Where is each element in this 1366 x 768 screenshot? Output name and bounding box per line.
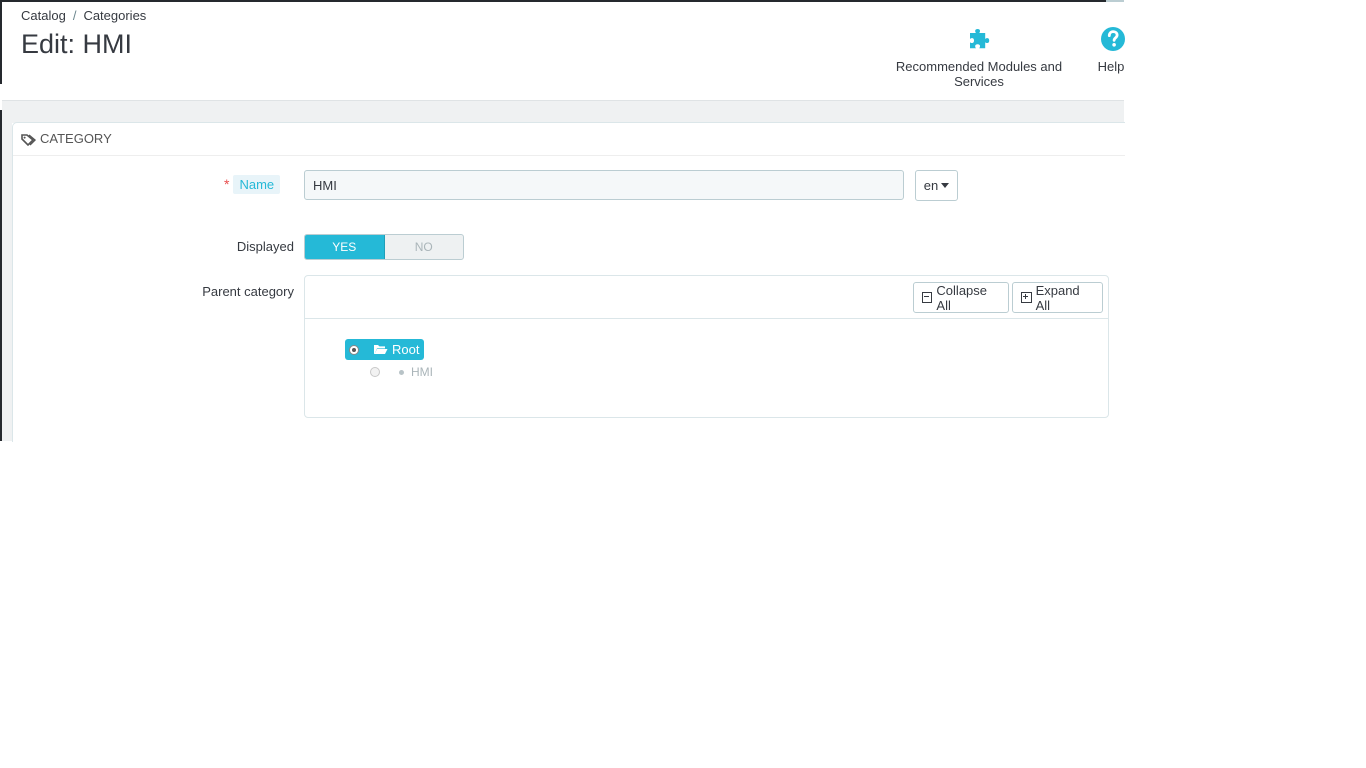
displayed-label: Displayed xyxy=(236,239,294,254)
collapse-all-button[interactable]: Collapse All xyxy=(913,282,1009,313)
breadcrumb-separator: / xyxy=(72,8,77,23)
hmi-label: HMI xyxy=(411,365,433,379)
bullet-icon xyxy=(399,369,404,375)
name-input[interactable] xyxy=(304,170,904,200)
language-dropdown[interactable]: en xyxy=(915,170,958,201)
subheader-bar xyxy=(2,100,1124,123)
hmi-radio[interactable] xyxy=(370,367,380,377)
help-button[interactable]: Help xyxy=(1096,24,1126,74)
panel-heading-label: CATEGORY xyxy=(40,131,112,146)
category-tree-toolbar: Collapse All Expand All xyxy=(305,276,1108,319)
plus-square-icon xyxy=(1021,292,1032,303)
page-header: Catalog / Categories Edit: HMI Recommended… xyxy=(2,2,1126,100)
breadcrumb-catalog[interactable]: Catalog xyxy=(21,8,66,23)
category-tree: Collapse All Expand All Root HMI xyxy=(304,275,1109,418)
page-title: Edit: HMI xyxy=(21,29,133,59)
question-circle-icon xyxy=(1101,27,1125,51)
panel-divider xyxy=(13,155,1125,156)
displayed-switch[interactable]: YES NO xyxy=(304,234,464,260)
displayed-no-option[interactable]: NO xyxy=(385,235,464,259)
tree-node-root[interactable]: Root xyxy=(345,339,425,360)
expand-all-button[interactable]: Expand All xyxy=(1012,282,1103,313)
name-label-text: Name xyxy=(233,175,281,194)
displayed-yes-option[interactable]: YES xyxy=(305,235,385,259)
collapse-all-label: Collapse All xyxy=(936,282,988,313)
language-dropdown-value: en xyxy=(923,178,939,193)
panel-heading: CATEGORY xyxy=(21,131,112,155)
breadcrumb: Catalog / Categories xyxy=(21,8,146,23)
help-label: Help xyxy=(1097,59,1125,74)
caret-down-icon xyxy=(941,183,950,188)
name-label: * Name xyxy=(224,175,281,194)
tags-icon xyxy=(21,133,37,146)
content-gutter xyxy=(2,122,12,441)
app-window: Catalog / Categories Edit: HMI Recommended… xyxy=(0,0,1126,442)
expand-all-label: Expand All xyxy=(1035,282,1080,313)
recommended-modules-label: Recommended Modules and Services xyxy=(895,59,1063,89)
puzzle-icon xyxy=(970,29,990,49)
tree-node-hmi[interactable]: HMI xyxy=(370,365,433,379)
recommended-modules-button[interactable]: Recommended Modules and Services xyxy=(873,24,1085,89)
root-label: Root xyxy=(392,342,420,357)
minus-square-icon xyxy=(922,292,933,303)
breadcrumb-categories[interactable]: Categories xyxy=(83,8,146,23)
required-marker: * xyxy=(224,176,230,192)
root-radio[interactable] xyxy=(349,344,359,355)
folder-open-icon xyxy=(374,345,388,354)
parent-category-label: Parent category xyxy=(202,284,294,299)
